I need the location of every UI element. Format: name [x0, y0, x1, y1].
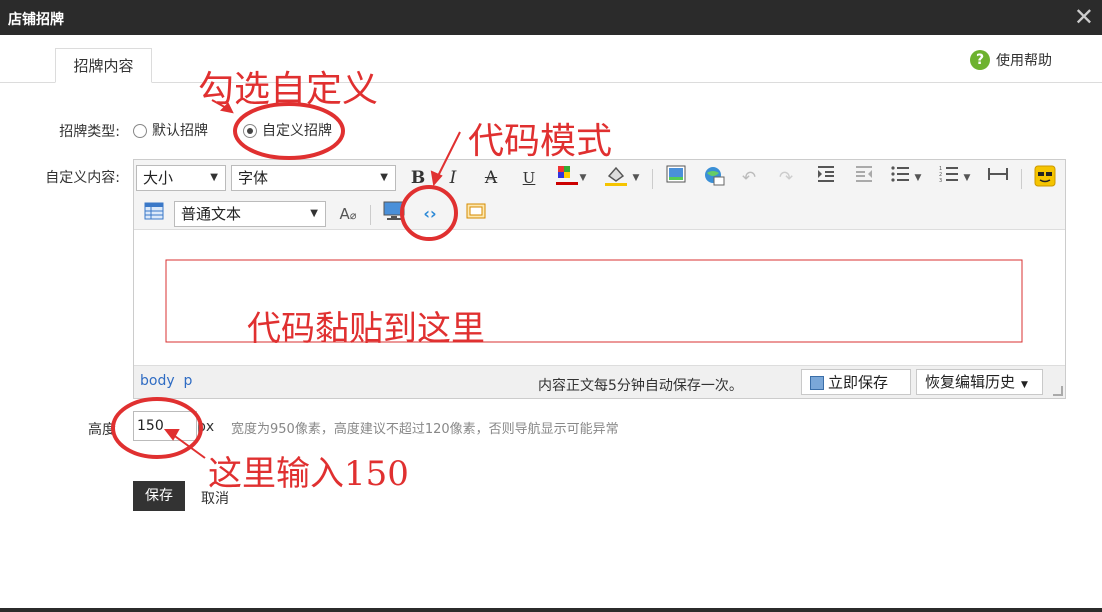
annotation-code-mode: 代码模式: [468, 121, 613, 162]
insert-frame-icon[interactable]: [464, 202, 488, 226]
background-color-icon[interactable]: [604, 164, 628, 188]
toolbar-separator: [1021, 169, 1022, 189]
editor-statusbar: body p 内容正文每5分钟自动保存一次。 立即保存 恢复编辑历史 ▼: [134, 365, 1065, 398]
media-icon[interactable]: [382, 201, 406, 225]
font-size-select-value: 大小: [143, 169, 174, 187]
resize-grip-icon[interactable]: [1053, 386, 1063, 396]
autosave-notice: 内容正文每5分钟自动保存一次。: [538, 378, 743, 394]
font-size-select[interactable]: 大小 ▼: [136, 165, 226, 191]
svg-text:3: 3: [939, 178, 942, 183]
annotation-input-150: 这里输入150: [208, 454, 409, 494]
sign-type-label: 招牌类型:: [59, 124, 120, 140]
redo-icon[interactable]: ↷: [774, 166, 798, 190]
custom-content-label: 自定义内容:: [45, 170, 120, 186]
toolbar-separator: [370, 205, 371, 225]
height-input[interactable]: 150: [133, 411, 197, 441]
unordered-list-icon[interactable]: [888, 165, 912, 189]
save-disk-icon: [810, 375, 824, 390]
height-label: 高度: [88, 422, 116, 438]
outdent-icon[interactable]: [852, 165, 876, 189]
radio-default-circle[interactable]: [133, 124, 147, 138]
radio-custom-label: 自定义招牌: [262, 123, 332, 139]
save-now-button[interactable]: 立即保存: [801, 369, 911, 395]
radio-default-sign[interactable]: 默认招牌: [133, 120, 208, 140]
help-label: 使用帮助: [996, 53, 1052, 69]
help-icon: ?: [970, 50, 990, 70]
bottom-border: [0, 608, 1102, 612]
chevron-down-icon: ▼: [210, 172, 218, 183]
restore-history-button[interactable]: 恢复编辑历史 ▼: [916, 369, 1043, 395]
indent-icon[interactable]: [814, 165, 838, 189]
chevron-down-icon[interactable]: ▼: [912, 166, 924, 190]
annotation-check-custom: 勾选自定义: [198, 69, 379, 110]
italic-icon[interactable]: I: [441, 166, 465, 190]
tab-sign-content[interactable]: 招牌内容: [55, 48, 152, 83]
annotation-paste-here: 代码黏贴到这里: [247, 309, 485, 349]
clear-format-icon[interactable]: A⌀: [336, 202, 360, 226]
toolbar-separator: [652, 169, 653, 189]
radio-custom-sign[interactable]: 自定义招牌: [243, 120, 332, 140]
radio-default-label: 默认招牌: [152, 123, 208, 139]
save-now-label: 立即保存: [828, 373, 889, 392]
chevron-down-icon: ▼: [380, 172, 388, 183]
chevron-down-icon[interactable]: ▼: [961, 166, 973, 190]
height-unit: px: [197, 419, 215, 435]
path-item-body[interactable]: body: [140, 373, 175, 389]
close-icon[interactable]: ✕: [1074, 4, 1094, 30]
paragraph-format-select[interactable]: 普通文本 ▼: [174, 201, 326, 227]
image-icon[interactable]: [664, 165, 688, 189]
font-family-select[interactable]: 字体 ▼: [231, 165, 396, 191]
radio-custom-circle[interactable]: [243, 124, 257, 138]
underline-icon[interactable]: U: [517, 166, 541, 190]
save-button[interactable]: 保存: [133, 481, 185, 511]
path-item-p[interactable]: p: [184, 373, 193, 389]
undo-icon[interactable]: ↶: [737, 166, 761, 190]
table-icon[interactable]: [142, 202, 166, 226]
editor-toolbar: 大小 ▼ 字体 ▼ B I A U ▼ ▼ ↶ ↷ ▼ 1 2 3 ▼ 普通文本…: [134, 160, 1065, 230]
rich-text-editor: 大小 ▼ 字体 ▼ B I A U ▼ ▼ ↶ ↷ ▼ 1 2 3 ▼ 普通文本…: [133, 159, 1066, 399]
ordered-list-icon[interactable]: 123: [937, 165, 961, 189]
chevron-down-icon[interactable]: ▼: [577, 166, 589, 190]
chevron-down-icon[interactable]: ▼: [630, 166, 642, 190]
dialog-title: 店铺招牌: [8, 12, 64, 28]
help-link[interactable]: ? 使用帮助: [970, 50, 1052, 72]
horizontal-rule-icon[interactable]: [986, 165, 1010, 189]
tab-divider: [0, 82, 1102, 83]
element-path: body p: [140, 373, 192, 389]
code-view-icon[interactable]: ‹›: [418, 202, 442, 226]
dialog-titlebar: 店铺招牌 ✕: [0, 0, 1102, 35]
emoticon-icon[interactable]: [1033, 165, 1057, 189]
chevron-down-icon: ▼: [310, 208, 318, 219]
font-color-icon[interactable]: [555, 164, 579, 188]
paragraph-format-select-value: 普通文本: [181, 205, 242, 223]
strikethrough-icon[interactable]: A: [479, 166, 503, 190]
font-family-select-value: 字体: [238, 169, 269, 187]
chevron-down-icon: ▼: [1021, 380, 1028, 390]
bold-icon[interactable]: B: [406, 166, 430, 190]
link-globe-icon[interactable]: [702, 165, 726, 189]
restore-history-label: 恢复编辑历史: [925, 373, 1016, 391]
height-hint: 宽度为950像素，高度建议不超过120像素，否则导航显示可能异常: [231, 422, 619, 437]
